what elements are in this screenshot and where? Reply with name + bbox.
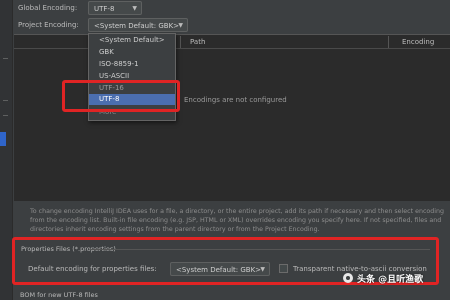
bom-label: BOM for new UTF-8 files (20, 291, 98, 299)
column-separator (388, 36, 389, 48)
sidebar-selected-item[interactable] (0, 132, 6, 146)
encoding-description: To change encoding IntelliJ IDEA uses fo… (30, 208, 445, 233)
watermark-text: 头条 @且听渔歌 (357, 275, 424, 285)
sidebar-tick (3, 58, 8, 59)
highlight-box-utf8 (62, 80, 180, 112)
project-encoding-value: <System Default: GBK> (94, 22, 180, 30)
dropdown-option-system-default[interactable]: <System Default> (89, 35, 175, 46)
column-header-encoding[interactable]: Encoding (402, 36, 434, 48)
column-header-path[interactable]: Path (190, 36, 205, 48)
chevron-down-icon: ▼ (178, 22, 183, 29)
dropdown-option-gbk[interactable]: GBK (89, 47, 175, 58)
global-encoding-label: Global Encoding: (18, 4, 78, 12)
project-encoding-label: Project Encoding: (18, 21, 79, 29)
column-separator (180, 36, 181, 48)
table-header-divider (14, 48, 450, 49)
table-empty-text: Encodings are not configured (184, 96, 287, 104)
global-encoding-value: UTF-8 (94, 5, 115, 13)
sidebar-tick (3, 115, 8, 116)
path-encoding-table[interactable] (14, 34, 450, 201)
watermark-logo-icon (343, 273, 353, 283)
chevron-down-icon: ▼ (132, 5, 137, 12)
project-encoding-select[interactable]: <System Default: GBK> ▼ (88, 18, 188, 32)
dropdown-option-iso-8859-1[interactable]: ISO-8859-1 (89, 59, 175, 70)
sidebar-tick (3, 100, 8, 101)
global-encoding-select[interactable]: UTF-8 ▼ (88, 1, 142, 15)
